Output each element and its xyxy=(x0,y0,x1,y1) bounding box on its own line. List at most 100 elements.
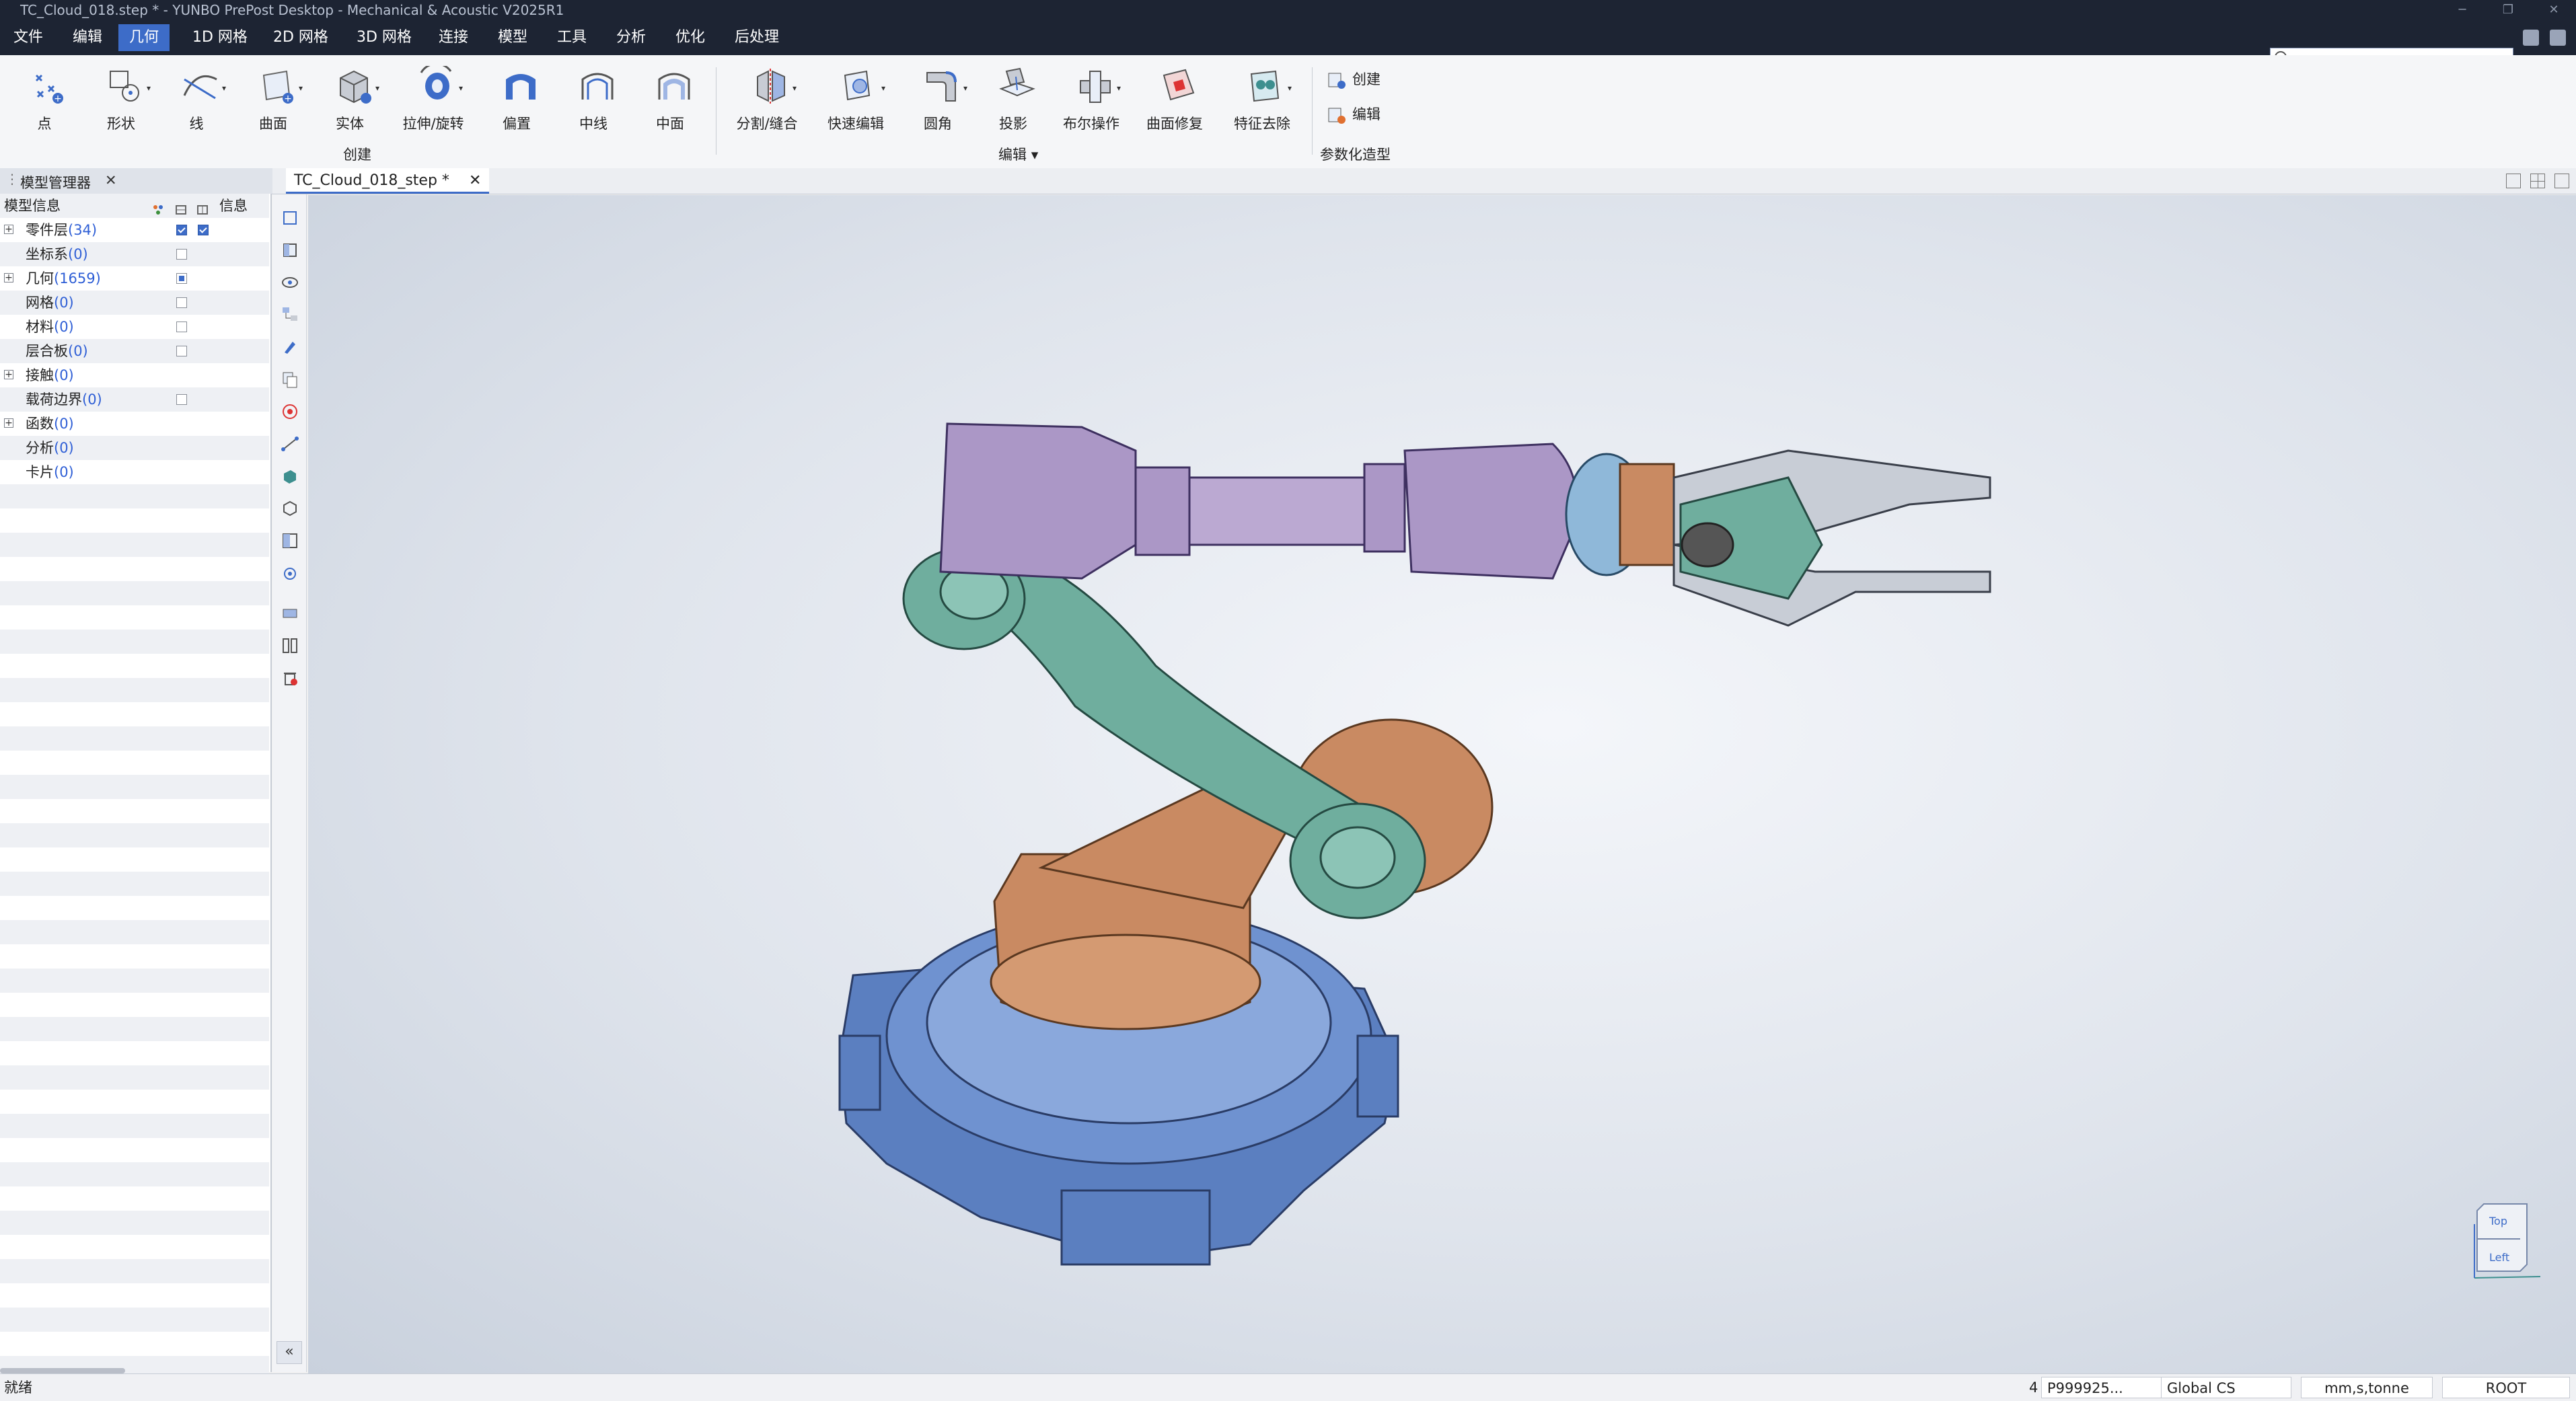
delete-icon[interactable] xyxy=(281,669,299,687)
expand-icon[interactable]: + xyxy=(4,225,13,234)
row-checkbox[interactable] xyxy=(176,225,187,235)
filter-icon[interactable] xyxy=(152,199,164,215)
grip-icon[interactable]: ⋮ xyxy=(5,171,19,187)
view-cube-left-label[interactable]: Left xyxy=(2489,1251,2509,1264)
menu-analysis[interactable]: 分析 xyxy=(605,24,657,51)
row-checkbox[interactable] xyxy=(176,394,187,405)
tile-windows-icon[interactable] xyxy=(2530,174,2545,188)
row-checkbox[interactable] xyxy=(176,321,187,332)
tool-midline[interactable]: 中线 xyxy=(560,66,627,140)
tree-row[interactable]: 载荷边界(0) xyxy=(0,387,269,412)
tool-midsurface[interactable]: 中面 xyxy=(636,66,704,140)
tree-row[interactable]: + 函数(0) xyxy=(0,412,269,436)
cut-icon[interactable] xyxy=(281,636,299,655)
tool-line[interactable]: ▾ 线 xyxy=(163,66,230,140)
tree-row[interactable]: 层合板(0) xyxy=(0,339,269,363)
mesh-view-icon[interactable] xyxy=(281,604,299,623)
param-create-button[interactable]: 创建 xyxy=(1327,67,1381,91)
paint-icon[interactable] xyxy=(281,338,299,356)
isometric-icon[interactable] xyxy=(281,499,299,518)
menu-tools[interactable]: 工具 xyxy=(546,24,597,51)
tree-row[interactable]: + 接触(0) xyxy=(0,363,269,387)
tree-icon[interactable] xyxy=(281,305,299,324)
camera-icon[interactable] xyxy=(281,564,299,582)
menu-optimize[interactable]: 优化 xyxy=(665,24,716,51)
row-checkbox[interactable] xyxy=(176,249,187,260)
units-select[interactable]: mm,s,tonne xyxy=(2301,1377,2433,1398)
close-tab-icon[interactable]: ✕ xyxy=(469,172,481,189)
coordinate-system-select[interactable]: Global CS xyxy=(2161,1377,2291,1398)
tool-split-stitch[interactable]: ▾ 分割/缝合 xyxy=(733,66,801,140)
menu-2d-mesh[interactable]: 2D 网格 xyxy=(262,24,339,51)
param-edit-button[interactable]: 编辑 xyxy=(1327,102,1381,126)
tool-point[interactable]: + 点 xyxy=(11,66,78,140)
tool-quick-edit[interactable]: ▾ 快速编辑 xyxy=(822,66,889,140)
tree-row[interactable]: 网格(0) xyxy=(0,291,269,315)
row-checkbox[interactable] xyxy=(198,225,209,235)
root-select[interactable]: ROOT xyxy=(2442,1377,2570,1398)
tree-row[interactable]: + 零件层(34) xyxy=(0,218,269,242)
current-part-field[interactable]: P999925... xyxy=(2041,1377,2162,1398)
expand-icon[interactable]: + xyxy=(4,273,13,282)
tool-solid-label: 实体 xyxy=(336,116,364,132)
tool-project[interactable]: 投影 xyxy=(980,66,1047,140)
horizontal-scrollbar[interactable] xyxy=(0,1368,125,1373)
document-tab[interactable]: TC_Cloud_018_step * ✕ xyxy=(286,168,490,194)
menu-geometry[interactable]: 几何 xyxy=(118,24,170,51)
visibility-icon[interactable] xyxy=(175,199,187,215)
tree-row[interactable]: 材料(0) xyxy=(0,315,269,339)
tool-surface-repair[interactable]: 曲面修复 xyxy=(1141,66,1208,140)
tree-row-label: 函数(0) xyxy=(26,412,74,436)
tree-row[interactable]: 坐标系(0) xyxy=(0,242,269,266)
help-icon[interactable] xyxy=(2550,30,2566,46)
view-cube-top-label[interactable]: Top xyxy=(2489,1215,2507,1227)
tree-row[interactable]: 分析(0) xyxy=(0,436,269,460)
tool-fillet[interactable]: ▾ 圆角 xyxy=(904,66,971,140)
collapse-toolbar-icon[interactable]: « xyxy=(277,1341,302,1364)
menu-file[interactable]: 文件 xyxy=(3,24,54,51)
close-panel-icon[interactable]: ✕ xyxy=(105,172,117,188)
layout-icon[interactable] xyxy=(2523,30,2539,46)
expand-icon[interactable]: + xyxy=(4,418,13,428)
row-checkbox[interactable] xyxy=(176,273,187,284)
tool-extrude-revolve[interactable]: ▾ 拉伸/旋转 xyxy=(400,66,467,140)
tree-row[interactable]: + 几何(1659) xyxy=(0,266,269,291)
copy-icon[interactable] xyxy=(281,370,299,389)
menu-connect[interactable]: 连接 xyxy=(428,24,479,51)
gripper-part[interactable] xyxy=(1565,449,1991,627)
menu-model[interactable]: 模型 xyxy=(487,24,538,51)
select-box-icon[interactable] xyxy=(281,209,299,227)
view-front-icon[interactable] xyxy=(281,241,299,260)
menu-post[interactable]: 后处理 xyxy=(724,24,790,51)
close-window-icon[interactable]: ✕ xyxy=(2540,0,2567,20)
maximize-view-icon[interactable] xyxy=(2554,174,2569,188)
float-window-icon[interactable] xyxy=(2506,174,2521,188)
section-icon[interactable] xyxy=(281,531,299,550)
tool-boolean[interactable]: ▾ 布尔操作 xyxy=(1058,66,1125,140)
3d-viewport[interactable]: Top Left xyxy=(308,195,2576,1373)
group-edit-label[interactable]: 编辑 ▾ xyxy=(998,144,1038,164)
tool-surface[interactable]: + ▾ 曲面 xyxy=(240,66,307,140)
tool-shape[interactable]: ▾ 形状 xyxy=(87,66,155,140)
upper-arm-part[interactable] xyxy=(939,422,1578,580)
tool-solid[interactable]: ▾ 实体 xyxy=(316,66,383,140)
menu-3d-mesh[interactable]: 3D 网格 xyxy=(346,24,422,51)
measure-icon[interactable] xyxy=(281,434,299,453)
tool-defeature[interactable]: ▾ 特征去除 xyxy=(1228,66,1296,140)
row-checkbox[interactable] xyxy=(176,297,187,308)
minimize-icon[interactable]: ─ xyxy=(2449,0,2476,20)
eye-icon[interactable] xyxy=(281,273,299,292)
layer-icon[interactable] xyxy=(196,199,209,215)
target-icon[interactable] xyxy=(281,402,299,421)
model-manager-tab[interactable]: 模型管理器 xyxy=(20,172,91,192)
color-part-icon[interactable] xyxy=(281,467,299,486)
tree-row[interactable]: 卡片(0) xyxy=(0,460,269,484)
view-cube[interactable]: Top Left xyxy=(2468,1197,2541,1279)
expand-icon[interactable]: + xyxy=(4,370,13,379)
tool-offset[interactable]: 偏置 xyxy=(483,66,550,140)
menu-edit[interactable]: 编辑 xyxy=(62,24,113,51)
restore-icon[interactable]: ❐ xyxy=(2495,0,2522,20)
row-checkbox[interactable] xyxy=(176,346,187,356)
menu-1d-mesh[interactable]: 1D 网格 xyxy=(182,24,258,51)
robot-arm-model[interactable] xyxy=(308,195,2576,1373)
